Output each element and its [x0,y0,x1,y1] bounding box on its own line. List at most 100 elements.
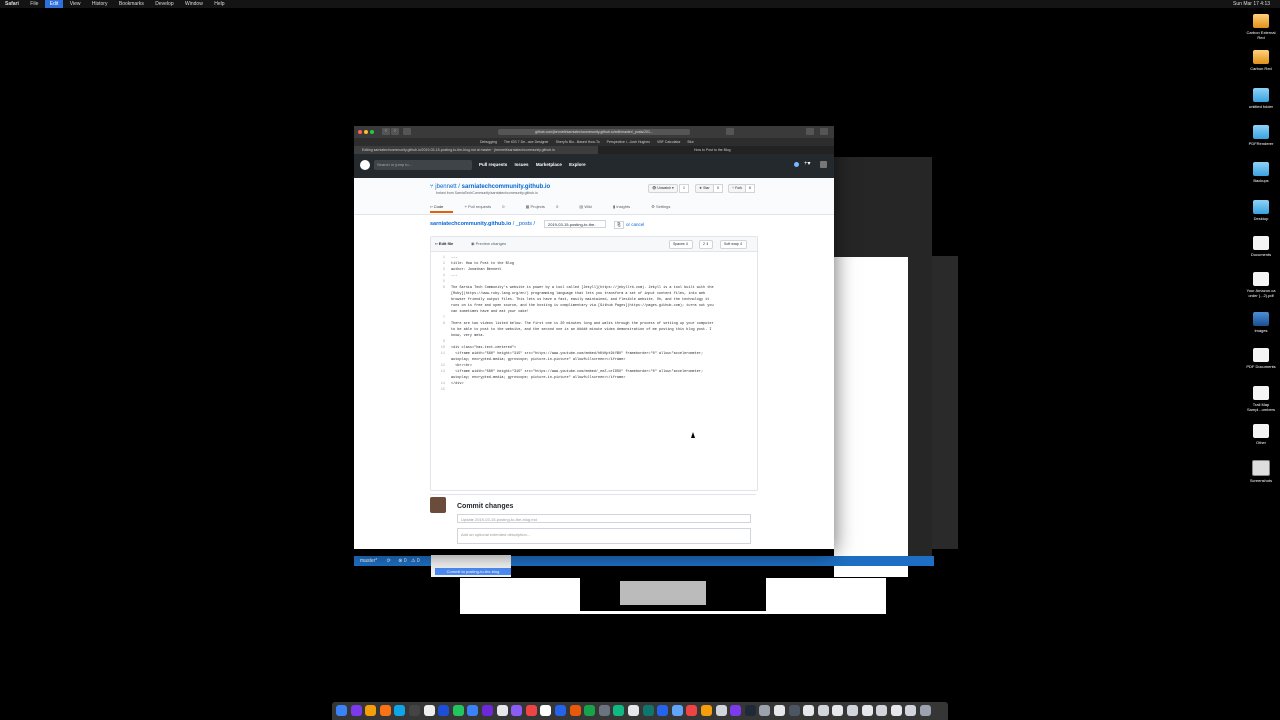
dock-app-icon[interactable] [555,705,566,716]
filename-input[interactable]: 2019-03-15-posting-to-the- [544,220,606,228]
dock-app-icon[interactable] [905,705,917,716]
create-new-icon[interactable]: +▾ [804,160,811,167]
background-white-panel[interactable] [834,257,908,577]
repo-owner-link[interactable]: jbennett [435,184,456,190]
dock-app-icon[interactable] [671,705,683,716]
branch-indicator[interactable]: master* [360,558,377,564]
tab-settings[interactable]: ⚙ Settings [651,204,680,209]
tab-edit-file[interactable]: ‹› Edit file [435,241,453,246]
desktop-icon[interactable]: Backups [1243,162,1279,183]
menu-bookmarks[interactable]: Bookmarks [114,0,149,8]
dock-app-icon[interactable] [350,705,362,716]
tab-insights[interactable]: ▮ Insights [613,204,640,209]
close-window-icon[interactable] [358,130,362,134]
dock-app-icon[interactable] [613,705,625,716]
dock-app-icon[interactable] [759,705,771,716]
dock-app-icon[interactable] [423,705,435,716]
dock-app-icon[interactable] [774,705,785,716]
bookmark-ios7[interactable]: The iOS 7 De...ace Designer [504,140,549,144]
bookmark-debugging[interactable]: Debugging [480,140,497,144]
minimize-window-icon[interactable] [364,130,368,134]
dock-app-icon[interactable] [379,705,391,716]
forked-from[interactable]: forked from SarniaTechCommunity/sarniate… [436,191,538,195]
dock-app-icon[interactable] [467,705,479,716]
menu-app-safari[interactable]: Safari [0,0,24,8]
dock-app-icon[interactable] [701,705,712,716]
warning-icon[interactable]: ⚠ [411,558,415,564]
nav-explore[interactable]: Explore [569,162,586,167]
forward-icon[interactable]: › [391,128,399,135]
address-bar[interactable]: github.com/jbennett/sarniatechcommunity.… [498,129,690,135]
dock-app-icon[interactable] [496,705,508,716]
user-avatar[interactable] [820,161,827,168]
desktop-icon[interactable]: Documents [1243,236,1279,257]
nav-pull-requests[interactable]: Pull requests [479,162,507,167]
code-line[interactable]: 15 [435,387,753,393]
tab-wiki[interactable]: ▤ Wiki [579,204,601,209]
bookmark-vbf[interactable]: VBF Calculator [657,140,681,144]
nav-marketplace[interactable]: Marketplace [536,162,562,167]
dock-app-icon[interactable] [336,705,347,716]
dock-app-icon[interactable] [598,705,610,716]
wrap-mode-select[interactable]: Soft wrap ⇕ [720,240,747,249]
dock-app-icon[interactable] [744,705,756,716]
menu-file[interactable]: File [25,0,43,8]
indent-mode-select[interactable]: Spaces ⇕ [669,240,693,249]
dock-app-icon[interactable] [525,705,537,716]
dock-app-icon[interactable] [569,705,581,716]
menu-help[interactable]: Help [209,0,229,8]
notifications-icon[interactable] [794,162,799,167]
fork-count[interactable]: 6 [745,184,755,193]
dock-app-icon[interactable] [394,705,406,716]
clipboard-icon[interactable]: ⎘ [614,221,624,229]
tab-code[interactable]: ‹› Code [430,204,454,213]
nav-issues[interactable]: Issues [515,162,529,167]
dock-app-icon[interactable] [584,705,596,716]
menu-window[interactable]: Window [180,0,208,8]
vscode-commit-button[interactable]: Commit to posting-to-the-blog [435,568,511,575]
dock-app-icon[interactable] [803,705,815,716]
desktop-icon[interactable]: untitled folder [1243,88,1279,109]
background-window-strip[interactable] [932,256,958,549]
indent-size-select[interactable]: 2 ⇕ [699,240,713,249]
menu-history[interactable]: History [87,0,113,8]
desktop-icon[interactable]: Other [1243,424,1279,445]
dock-app-icon[interactable] [876,705,888,716]
repo-name-link[interactable]: sarniatechcommunity.github.io [462,184,551,190]
tab-projects[interactable]: ▦ Projects 0 [526,204,569,209]
cancel-link[interactable]: or cancel [626,222,644,227]
dock-app-icon[interactable] [686,705,698,716]
menubar-clock[interactable]: Sun Mar 17 4:13 [1233,0,1270,8]
bookmark-sheryl[interactable]: Sheryl's Blo...Based How-To [556,140,600,144]
dock-app-icon[interactable] [642,705,654,716]
desktop-icon[interactable]: Carbon External Red [1243,14,1279,40]
commit-summary-input[interactable]: Update 2019-03-15-posting-to-the-blog.md [457,514,751,523]
dock-app-icon[interactable] [409,705,420,716]
desktop-icon[interactable]: PDFRenderer [1243,125,1279,146]
dock-app-icon[interactable] [832,705,844,716]
share-icon[interactable] [806,128,814,135]
tab-how-to-post[interactable]: How to Post to the Blog [686,146,834,154]
dock-app-icon[interactable] [920,705,931,716]
desktop-icon[interactable]: Screenshots [1243,460,1279,483]
back-icon[interactable]: ‹ [382,128,390,135]
tab-preview-changes[interactable]: ◉ Preview changes [471,241,506,246]
dock-app-icon[interactable] [890,705,902,716]
sidebar-icon[interactable] [403,128,411,135]
dock-app-icon[interactable] [657,705,669,716]
zoom-window-icon[interactable] [370,130,374,134]
menu-view[interactable]: View [65,0,86,8]
dock-app-icon[interactable] [365,705,377,716]
desktop-icon[interactable]: Desktop [1243,200,1279,221]
shield-icon[interactable] [726,128,734,135]
github-search-input[interactable]: Search or jump to... [374,160,472,170]
star-button[interactable]: ★ Star [695,184,714,193]
unwatch-button[interactable]: 👁 Unwatch ▾ [648,184,678,193]
fork-button[interactable]: ⑂ Fork [728,184,747,193]
tab-pull-requests[interactable]: ⑂ Pull requests 0 [464,204,514,209]
dock-app-icon[interactable] [628,705,639,716]
tab-editing[interactable]: Editing sarniatechcommunity.github.io/20… [354,146,598,154]
sync-icon[interactable]: ⟳ [387,558,391,564]
dock-app-icon[interactable] [730,705,742,716]
dock-app-icon[interactable] [861,705,873,716]
